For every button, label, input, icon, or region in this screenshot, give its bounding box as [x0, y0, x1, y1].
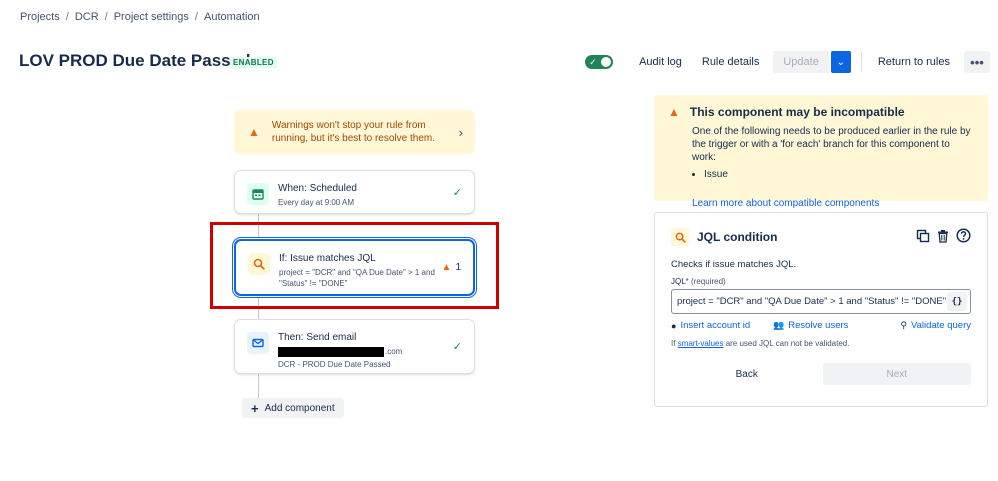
jql-label-text: JQL — [671, 277, 686, 286]
check-icon: ✓ — [452, 186, 462, 199]
rule-enabled-toggle[interactable]: ✓ — [585, 55, 614, 69]
next-button[interactable]: Next — [822, 363, 971, 385]
breadcrumb-automation[interactable]: Automation — [204, 11, 260, 23]
trigger-subtitle: Every day at 9:00 AM — [278, 198, 355, 207]
update-button[interactable]: Update — [773, 51, 829, 73]
insert-account-id-label: Insert account id — [680, 320, 751, 331]
email-suffix: .com — [385, 347, 403, 356]
jql-note-prefix: If — [671, 339, 678, 348]
jql-note: If smart-values are used JQL can not be … — [671, 339, 971, 348]
check-icon: ✓ — [589, 57, 597, 67]
trigger-title: When: Scheduled — [278, 183, 357, 194]
calendar-icon — [247, 183, 269, 205]
warning-text: Warnings won't stop your rule from runni… — [271, 120, 435, 144]
help-icon[interactable] — [956, 228, 971, 246]
breadcrumb-dcr[interactable]: DCR — [75, 11, 99, 23]
warning-icon: ▲ — [248, 125, 260, 139]
learn-more-link[interactable]: Learn more about compatible components — [692, 197, 974, 210]
smart-values-link[interactable]: smart-values — [678, 339, 724, 348]
email-icon — [247, 332, 269, 354]
back-button[interactable]: Back — [671, 363, 823, 385]
search-icon: ⚲ — [900, 320, 907, 330]
more-actions-button[interactable]: ••• — [964, 51, 990, 73]
warning-icon: ▲ — [668, 105, 680, 119]
users-icon: 👥 — [773, 320, 785, 330]
jql-actions-links: ● Insert account id 👥 Resolve users ⚲ Va… — [671, 320, 971, 331]
incompatible-warning-panel: ▲ This component may be incompatible One… — [654, 95, 988, 209]
redacted-email — [278, 346, 384, 357]
update-dropdown-button[interactable]: ⌄ — [830, 51, 851, 73]
rule-details-button[interactable]: Rule details — [692, 52, 769, 72]
status-badge: ENABLED — [230, 57, 277, 68]
user-icon: ● — [671, 320, 677, 331]
toolbar: ✓ Audit log Rule details Update ⌄ Return… — [585, 51, 990, 73]
duplicate-icon[interactable] — [916, 229, 930, 246]
jql-condition-panel: JQL condition Checks if issue matches JQ… — [654, 212, 988, 407]
action-node[interactable]: Then: Send email .com DCR - PROD Due Dat… — [234, 319, 475, 374]
toggle-knob — [601, 57, 612, 67]
validate-query-label: Validate query — [910, 320, 971, 331]
chevron-down-icon: ⌄ — [836, 56, 846, 68]
action-recipient: .com — [278, 346, 453, 357]
highlight-annotation — [210, 222, 499, 309]
action-subtitle: DCR - PROD Due Date Passed — [278, 360, 391, 369]
jql-input[interactable]: project = "DCR" and "QA Due Date" > 1 an… — [671, 289, 971, 314]
breadcrumb-separator: / — [194, 11, 198, 23]
more-icon: ••• — [970, 54, 984, 70]
trigger-node[interactable]: When: Scheduled Every day at 9:00 AM ✓ — [234, 170, 475, 214]
add-component-button[interactable]: + Add component — [242, 398, 344, 418]
page-title: LOV PROD Due Date Passed — [19, 51, 251, 70]
toolbar-divider — [860, 52, 862, 72]
return-to-rules-button[interactable]: Return to rules — [868, 52, 960, 72]
check-icon: ✓ — [452, 341, 462, 353]
delete-icon[interactable] — [936, 229, 950, 246]
breadcrumb-projects[interactable]: Projects — [20, 11, 60, 23]
jql-description: Checks if issue matches JQL. — [671, 259, 797, 270]
validate-query-link[interactable]: ⚲ Validate query — [900, 320, 971, 331]
audit-log-button[interactable]: Audit log — [629, 52, 692, 72]
incompatible-list: Issue — [704, 168, 974, 181]
resolve-users-label: Resolve users — [788, 320, 849, 331]
add-component-label: Add component — [264, 402, 335, 414]
plus-icon: + — [251, 400, 259, 416]
smart-values-button[interactable]: {} — [947, 292, 967, 311]
breadcrumb-separator: / — [65, 11, 69, 23]
breadcrumb-separator: / — [104, 11, 108, 23]
chevron-right-icon: › — [458, 124, 463, 140]
insert-account-id-link[interactable]: ● Insert account id — [671, 320, 773, 331]
jql-required-marker: * (required) — [685, 277, 726, 286]
jql-form-actions: Back Next — [671, 363, 971, 385]
incompatible-body: One of the following needs to be produce… — [692, 126, 971, 163]
jql-panel-title: JQL condition — [697, 230, 778, 244]
list-item: Issue — [704, 168, 974, 181]
breadcrumb: Projects / DCR / Project settings / Auto… — [20, 11, 260, 23]
jql-note-suffix: are used JQL can not be validated. — [723, 339, 850, 348]
jql-input-value: project = "DCR" and "QA Due Date" > 1 an… — [677, 296, 947, 307]
jql-field-label: JQL* (required) — [671, 277, 971, 286]
search-icon — [671, 228, 689, 246]
warning-banner[interactable]: ▲ Warnings won't stop your rule from run… — [234, 110, 475, 154]
incompatible-title: This component may be incompatible — [689, 105, 905, 119]
action-title: Then: Send email — [278, 332, 357, 343]
breadcrumb-project-settings[interactable]: Project settings — [114, 11, 189, 23]
resolve-users-link[interactable]: 👥 Resolve users — [773, 320, 900, 331]
